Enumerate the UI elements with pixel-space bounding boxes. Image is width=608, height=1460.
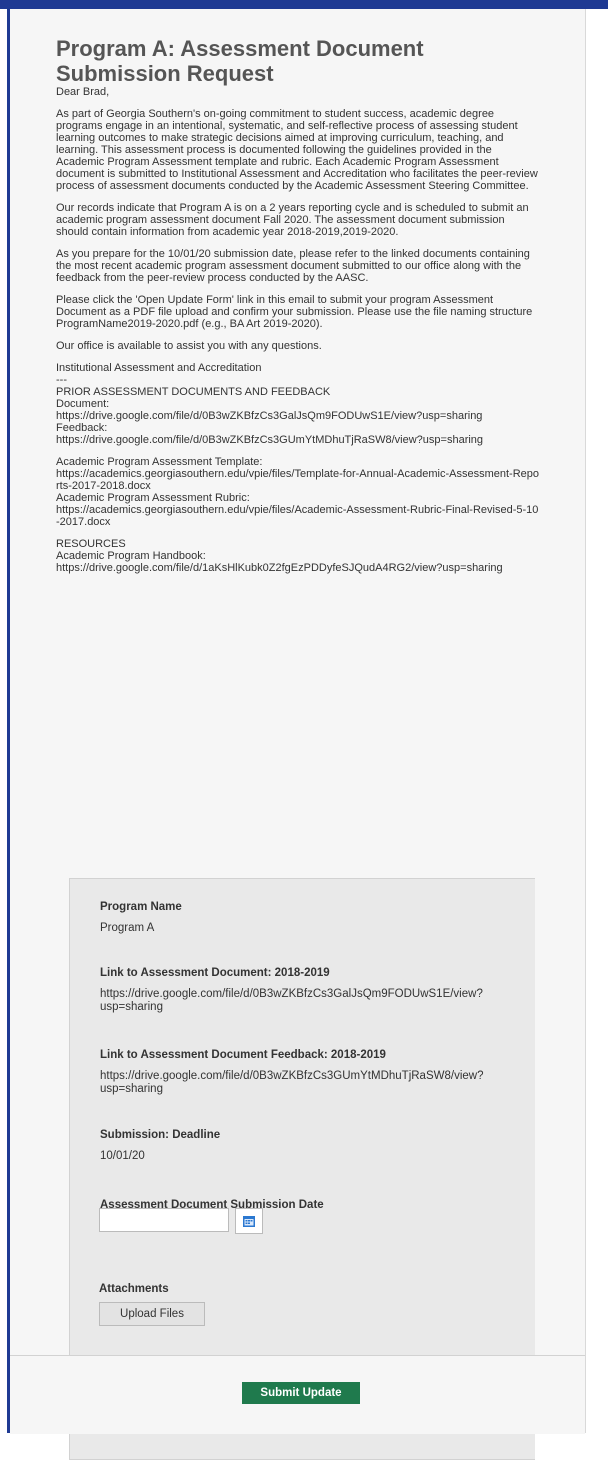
doc-link-line2[interactable]: usp=sharing [100,1001,535,1014]
document-label: Document: [56,398,110,410]
deadline-value: 10/01/20 [100,1150,145,1162]
rubric-label: Academic Program Assessment Rubric: [56,492,250,504]
feedback-link-line1[interactable]: https://drive.google.com/file/d/0B3wZKBf… [100,1070,535,1083]
paragraph-intro: As part of Georgia Southern's on-going c… [56,108,538,192]
document-url[interactable]: https://drive.google.com/file/d/0B3wZKBf… [56,410,540,422]
feedback-url[interactable]: https://drive.google.com/file/d/0B3wZKBf… [56,434,540,446]
submission-date-input[interactable] [99,1208,229,1232]
submit-update-button[interactable]: Submit Update [242,1382,360,1404]
rubric-url[interactable]: https://academics.georgiasouthern.edu/vp… [56,504,540,528]
paragraph-instructions: Please click the 'Open Update Form' link… [56,294,533,330]
email-body: Program A: Assessment Document Submissio… [56,36,540,584]
separator: --- [56,374,67,386]
handbook-label: Academic Program Handbook: [56,550,206,562]
template-label: Academic Program Assessment Template: [56,456,263,468]
attachments-label: Attachments [99,1283,169,1295]
form-footer: Submit Update [10,1355,585,1434]
email-title: Program A: Assessment Document Submissio… [56,36,424,86]
paragraph-prepare: As you prepare for the 10/01/20 submissi… [56,248,530,284]
program-name-value: Program A [100,922,155,934]
doc-link-line1[interactable]: https://drive.google.com/file/d/0B3wZKBf… [100,988,535,1001]
template-block: Academic Program Assessment Template: ht… [56,456,540,528]
handbook-url[interactable]: https://drive.google.com/file/d/1aKsHlKu… [56,562,540,574]
prior-documents-block: --- PRIOR ASSESSMENT DOCUMENTS AND FEEDB… [56,374,540,446]
email-greeting: Dear Brad, [56,86,110,98]
deadline-field: Submission: Deadline 10/01/20 [100,1129,535,1163]
program-name-label: Program Name [100,901,182,913]
feedback-label: Feedback: [56,422,108,434]
feedback-link-line2[interactable]: usp=sharing [100,1083,535,1096]
email-signature: Institutional Assessment and Accreditati… [56,362,262,374]
feedback-link-label: Link to Assessment Document Feedback: 20… [100,1049,386,1061]
template-url[interactable]: https://academics.georgiasouthern.edu/vp… [56,468,540,492]
paragraph-assist: Our office is available to assist you wi… [56,340,322,352]
prior-heading: PRIOR ASSESSMENT DOCUMENTS AND FEEDBACK [56,386,331,398]
calendar-button[interactable] [235,1208,263,1234]
top-accent-bar [0,0,608,9]
doc-link-field: Link to Assessment Document: 2018-2019 h… [100,967,535,1014]
resources-heading: RESOURCES [56,538,126,550]
program-name-field: Program Name Program A [100,901,535,935]
feedback-link-field: Link to Assessment Document Feedback: 20… [100,1049,535,1096]
doc-link-label: Link to Assessment Document: 2018-2019 [100,967,330,979]
resources-block: RESOURCES Academic Program Handbook: htt… [56,538,540,574]
upload-files-button[interactable]: Upload Files [99,1302,205,1326]
paragraph-records: Our records indicate that Program A is o… [56,202,529,238]
calendar-icon [243,1216,255,1227]
deadline-label: Submission: Deadline [100,1129,221,1141]
